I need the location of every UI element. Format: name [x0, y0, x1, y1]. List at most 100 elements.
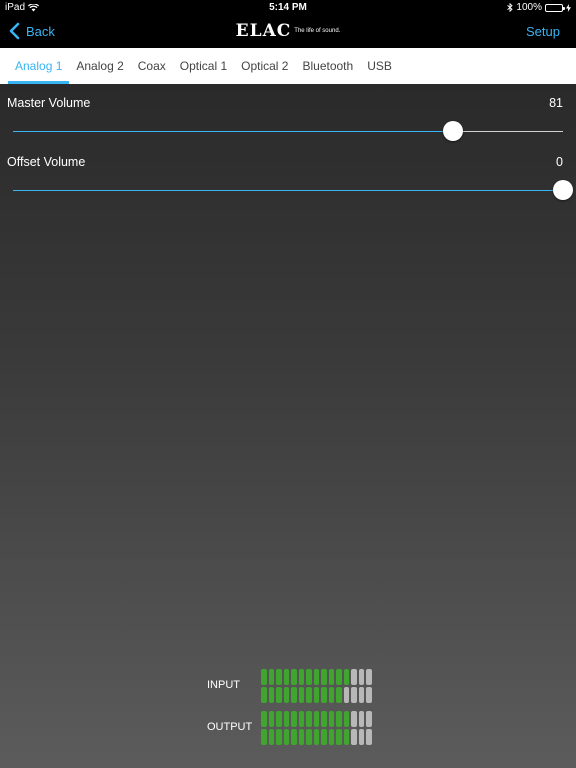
meter-segment — [351, 687, 357, 703]
app-window: iPad 5:14 PM 100% Back ELAC The life of … — [0, 0, 576, 768]
meter-segment — [336, 711, 342, 727]
master-volume-row: Master Volume 81 — [0, 84, 576, 144]
tab-optical-2[interactable]: Optical 2 — [234, 48, 295, 84]
meter-segment — [351, 669, 357, 685]
meter-segment — [366, 669, 372, 685]
meter-segment — [291, 729, 297, 745]
meter-segment — [321, 687, 327, 703]
output-meter-row: OUTPUT — [0, 711, 576, 751]
meter-segment — [343, 687, 349, 703]
input-tabs: Analog 1 Analog 2 Coax Optical 1 Optical… — [0, 48, 576, 84]
meter-segment — [366, 729, 372, 745]
meter-segment — [261, 729, 267, 745]
meter-segment — [283, 687, 289, 703]
meter-segment — [283, 711, 289, 727]
meter-segment — [276, 729, 282, 745]
offset-volume-value: 0 — [556, 155, 563, 169]
status-right: 100% — [507, 2, 571, 13]
meter-segment — [321, 711, 327, 727]
elac-logo: ELAC The life of sound. — [0, 21, 576, 41]
input-level-meter — [261, 669, 372, 705]
meter-segment — [298, 687, 304, 703]
meter-segment — [306, 729, 312, 745]
meter-channel — [261, 669, 372, 685]
meter-segment — [291, 711, 297, 727]
output-meter-label: OUTPUT — [207, 721, 253, 733]
meter-segment — [336, 669, 342, 685]
meter-segment — [291, 669, 297, 685]
slider-track-fill — [13, 190, 563, 191]
tab-analog-1[interactable]: Analog 1 — [8, 48, 70, 84]
meter-segment — [268, 711, 274, 727]
meter-segment — [261, 711, 267, 727]
battery-icon — [545, 3, 565, 12]
tab-analog-2[interactable]: Analog 2 — [69, 48, 130, 84]
meter-segment — [366, 687, 372, 703]
bluetooth-icon — [507, 3, 514, 12]
meter-segment — [321, 669, 327, 685]
master-volume-value: 81 — [549, 96, 563, 110]
meter-segment — [351, 729, 357, 745]
meter-channel — [261, 687, 372, 703]
input-meter-label: INPUT — [207, 679, 240, 691]
setup-button[interactable]: Setup — [526, 24, 560, 39]
logo-tagline: The life of sound. — [294, 28, 341, 34]
master-volume-label: Master Volume — [7, 96, 91, 110]
meter-segment — [268, 729, 274, 745]
meter-segment — [268, 669, 274, 685]
meter-segment — [358, 687, 364, 703]
meter-segment — [291, 687, 297, 703]
meter-segment — [336, 687, 342, 703]
meter-segment — [328, 711, 334, 727]
meter-segment — [306, 711, 312, 727]
tab-coax[interactable]: Coax — [131, 48, 173, 84]
meter-segment — [313, 669, 319, 685]
meter-segment — [306, 669, 312, 685]
meter-segment — [261, 687, 267, 703]
meter-segment — [358, 669, 364, 685]
offset-volume-label: Offset Volume — [7, 155, 86, 169]
meter-segment — [328, 729, 334, 745]
slider-track-fill — [13, 131, 453, 132]
meter-segment — [336, 729, 342, 745]
battery-percent: 100% — [516, 2, 542, 13]
meter-segment — [276, 669, 282, 685]
meter-segment — [358, 729, 364, 745]
meter-segment — [343, 669, 349, 685]
tab-bluetooth[interactable]: Bluetooth — [295, 48, 360, 84]
meter-segment — [351, 711, 357, 727]
meter-segment — [313, 687, 319, 703]
meter-segment — [298, 711, 304, 727]
meter-segment — [313, 711, 319, 727]
logo-text: ELAC — [235, 21, 292, 41]
meter-segment — [298, 669, 304, 685]
offset-volume-row: Offset Volume 0 — [0, 143, 576, 203]
meter-segment — [343, 729, 349, 745]
output-level-meter — [261, 711, 372, 747]
tab-usb[interactable]: USB — [360, 48, 399, 84]
meter-segment — [328, 687, 334, 703]
slider-thumb[interactable] — [553, 180, 573, 200]
meter-segment — [313, 729, 319, 745]
meter-segment — [298, 729, 304, 745]
tab-optical-1[interactable]: Optical 1 — [173, 48, 234, 84]
meter-channel — [261, 729, 372, 745]
status-time: 5:14 PM — [269, 2, 307, 13]
meter-segment — [366, 711, 372, 727]
main-panel: Master Volume 81 Offset Volume 0 INPUT O… — [0, 84, 576, 768]
meter-segment — [343, 711, 349, 727]
top-bar: iPad 5:14 PM 100% Back ELAC The life of … — [0, 0, 576, 48]
meter-segment — [261, 669, 267, 685]
meter-segment — [283, 669, 289, 685]
meter-segment — [321, 729, 327, 745]
offset-volume-slider[interactable] — [13, 180, 573, 200]
input-meter-row: INPUT — [0, 669, 576, 709]
slider-thumb[interactable] — [443, 121, 463, 141]
meter-segment — [276, 711, 282, 727]
meter-segment — [276, 687, 282, 703]
meter-segment — [283, 729, 289, 745]
meter-segment — [268, 687, 274, 703]
charging-icon — [566, 3, 571, 12]
meter-channel — [261, 711, 372, 727]
master-volume-slider[interactable] — [13, 121, 563, 141]
